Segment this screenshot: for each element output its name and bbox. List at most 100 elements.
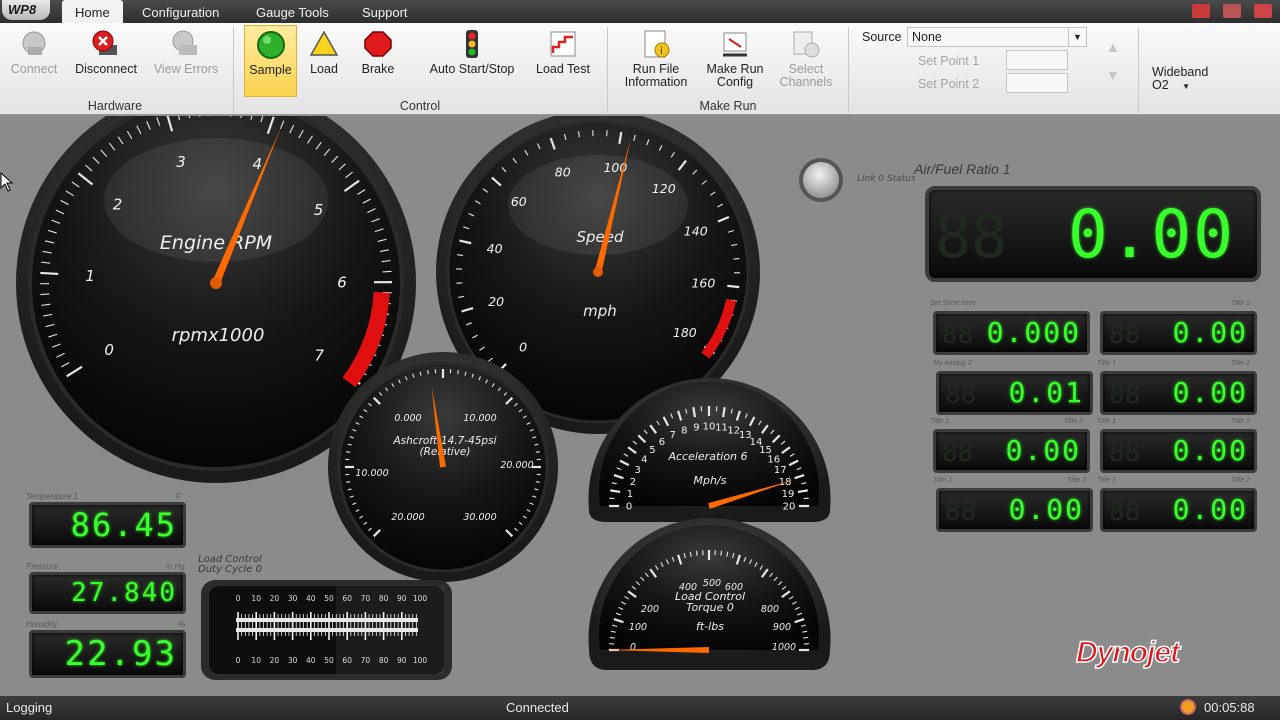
help-icon[interactable]	[1223, 4, 1241, 18]
speed-minor-tick	[733, 257, 740, 260]
auto-start-stop-button[interactable]: Auto Start/Stop	[420, 25, 524, 95]
acceleration-title: Acceleration 6	[667, 450, 747, 463]
tab-gauge-tools[interactable]: Gauge Tools	[256, 0, 329, 23]
mini-lcd-ghost: 88	[1109, 320, 1141, 350]
disconnect-label: Disconnect	[75, 62, 137, 76]
duty-cycle-tick-label: 90	[397, 656, 407, 665]
view-errors-label: View Errors	[153, 62, 219, 76]
speed-title: Speed	[576, 228, 624, 246]
set-point-2-label: Set Point 2	[918, 77, 980, 91]
mini-lcd-value: 0.00	[1008, 493, 1084, 526]
select-channels-label-1: Select	[788, 62, 824, 76]
acceleration-tick-label: 7	[669, 430, 675, 441]
duty-cycle-tick-label: 60	[342, 594, 352, 603]
mini-lcd-value: 0.00	[1005, 434, 1081, 467]
load-label: Load	[310, 62, 338, 76]
tab-home[interactable]: Home	[62, 0, 123, 23]
brake-button[interactable]: Brake	[354, 25, 402, 95]
humidity-display: 22.93	[29, 630, 186, 678]
rpm-units: rpmx1000	[172, 325, 265, 346]
acceleration-tick-label: 3	[635, 465, 641, 476]
status-bar: Logging Connected 00:05:88	[0, 696, 1280, 720]
disconnect-button[interactable]: Disconnect	[68, 25, 144, 95]
window-control-icon[interactable]	[1192, 4, 1210, 18]
acceleration-major-tick	[692, 407, 697, 418]
load-test-icon	[550, 31, 576, 57]
rpm-tick-label: 6	[337, 274, 347, 292]
mini-lcd-display: 88 0.00	[933, 429, 1090, 473]
afr-ghost-digits: 88	[935, 202, 1008, 272]
source-label: Source	[862, 30, 902, 44]
app-logo[interactable]: WP8	[2, 0, 50, 20]
sample-button[interactable]: Sample	[244, 25, 297, 97]
run-file-information-button[interactable]: i Run File Information	[616, 25, 696, 95]
arrow-up-icon[interactable]: ▲	[1106, 39, 1120, 55]
ashcroft-tick-label: 10.000	[463, 413, 496, 424]
status-time: 00:05:88	[1204, 700, 1255, 715]
control-group-label: Control	[399, 99, 441, 113]
svg-text:i: i	[660, 46, 663, 57]
acceleration-tick-label: 19	[782, 489, 795, 500]
select-channels-button[interactable]: Select Channels	[774, 25, 838, 95]
pressure-value: 27.840	[71, 578, 177, 608]
mini-display-right-label: Title 2	[1231, 418, 1251, 425]
pressure-label: Pressure	[26, 562, 59, 571]
duty-cycle-tick-label: 20	[270, 656, 280, 665]
acceleration-units: Mph/s	[694, 474, 727, 487]
connect-button[interactable]: Connect	[4, 25, 64, 95]
traffic-light-icon	[466, 30, 478, 58]
mini-lcd-display: 88 0.00	[1100, 488, 1257, 532]
set-point-1-input[interactable]	[1006, 50, 1068, 70]
app-logo-text: WP8	[8, 2, 37, 17]
mini-lcd-value: 0.00	[1172, 376, 1248, 409]
make-run-group-label: Make Run	[699, 99, 757, 113]
set-point-2-input[interactable]	[1006, 73, 1068, 93]
arrow-down-icon[interactable]: ▼	[1106, 67, 1120, 83]
tab-support[interactable]: Support	[362, 0, 408, 23]
gauge-panel: Engine RPM rpmx1000 01234567 Speed mph 0…	[0, 116, 1280, 696]
chevron-down-icon[interactable]: ▼	[1068, 28, 1086, 46]
temperature-unit: F	[176, 492, 181, 501]
run-file-label-2: Information	[624, 75, 688, 89]
ashcroft-tick-label: 20.000	[500, 460, 533, 471]
back-icon[interactable]	[1254, 4, 1272, 18]
acceleration-tick-label: 0	[626, 502, 632, 513]
load-test-button[interactable]: Load Test	[530, 25, 596, 95]
group-divider	[848, 27, 849, 113]
load-button[interactable]: Load	[300, 25, 348, 95]
torque-tick-label: 200	[641, 604, 659, 615]
rpm-tick-label: 7	[314, 347, 324, 365]
rpm-tick-label: 3	[176, 153, 186, 171]
group-divider	[607, 27, 608, 113]
rpm-minor-tick	[382, 270, 392, 273]
mini-lcd-display: 88 0.00	[1100, 311, 1257, 355]
tab-configuration[interactable]: Configuration	[142, 0, 219, 23]
link-status-indicator: Link 0 Status	[799, 158, 916, 202]
acceleration-tick-label: 1	[627, 489, 633, 500]
mini-lcd-ghost: 88	[942, 438, 974, 468]
mini-display-left-label: Title 1	[1097, 477, 1117, 484]
ashcroft-tick-label: 10.000	[355, 468, 388, 479]
acceleration-tick-label: 17	[774, 465, 787, 476]
duty-cycle-tick-label: 70	[361, 594, 371, 603]
make-run-config-button[interactable]: Make Run Config	[700, 25, 770, 95]
duty-cycle-tick-label: 0	[236, 656, 241, 665]
hardware-group-label: Hardware	[87, 99, 143, 113]
speed-tick-label: 180	[673, 325, 697, 340]
torque-minor-tick	[609, 636, 615, 639]
wideband-o2-button[interactable]: Wideband O2 ▼	[1152, 66, 1208, 93]
torque-minor-tick	[695, 550, 698, 556]
clock-icon	[1180, 699, 1196, 715]
acceleration-tick-label: 18	[779, 477, 792, 488]
make-run-label-1: Make Run	[706, 62, 764, 76]
rpm-major-tick	[40, 271, 59, 276]
mini-lcd-ghost: 88	[945, 497, 977, 527]
duty-cycle-tick-label: 40	[306, 594, 316, 603]
acceleration-tick-label: 16	[767, 454, 780, 465]
set-point-1-label: Set Point 1	[918, 54, 980, 68]
view-errors-button[interactable]: View Errors	[148, 25, 224, 95]
view-errors-icon	[172, 30, 197, 55]
source-dropdown[interactable]: None ▼	[907, 27, 1087, 47]
mini-lcd-ghost: 88	[1109, 380, 1141, 410]
duty-cycle-tick-label: 10	[251, 656, 261, 665]
